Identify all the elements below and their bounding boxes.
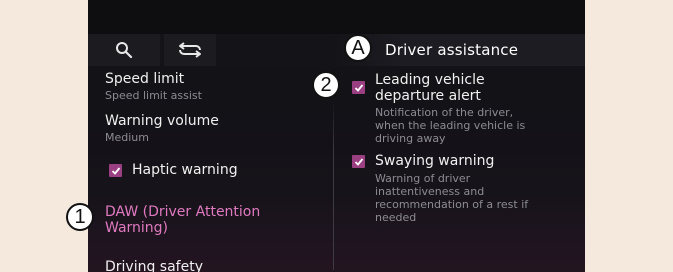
leading-vehicle-label-line2: departure alert: [375, 88, 481, 104]
driving-safety-label: Driving safety: [105, 259, 203, 272]
leading-vehicle-label-line1: Leading vehicle: [375, 72, 485, 88]
swaying-desc-3: recommendation of a rest if: [375, 198, 529, 211]
column-divider: [333, 100, 334, 270]
swaying-warning-checkbox[interactable]: [352, 155, 365, 168]
haptic-warning-checkbox[interactable]: [109, 164, 122, 177]
leading-vehicle-desc-1: Notification of the driver,: [375, 106, 514, 119]
screen: Driver assistance Speed limit Speed limi…: [88, 0, 585, 272]
callout-1: 1: [66, 203, 94, 231]
swaying-desc-4: needed: [375, 211, 417, 224]
swaying-warning-label: Swaying warning: [375, 153, 495, 169]
swap-button[interactable]: [164, 34, 216, 66]
status-band: [88, 0, 585, 34]
speed-limit-value: Speed limit assist: [105, 89, 202, 102]
daw-label-line1: DAW (Driver Attention: [105, 204, 261, 220]
swaying-desc-1: Warning of driver: [375, 172, 471, 185]
warning-volume-label: Warning volume: [105, 113, 219, 129]
swap-arrows-icon: [179, 42, 201, 58]
page-title: Driver assistance: [385, 41, 519, 59]
callout-a: A: [344, 34, 372, 62]
search-button[interactable]: [88, 34, 160, 66]
warning-volume-value: Medium: [105, 131, 149, 144]
leading-vehicle-desc-2: when the leading vehicle is: [375, 119, 526, 132]
check-icon: [111, 166, 120, 175]
speed-limit-label: Speed limit: [105, 71, 185, 87]
leading-vehicle-desc-3: driving away: [375, 132, 446, 145]
leading-vehicle-checkbox[interactable]: [352, 81, 365, 94]
check-icon: [354, 83, 363, 92]
search-icon: [116, 42, 133, 59]
swaying-desc-2: inattentiveness and: [375, 185, 485, 198]
haptic-warning-label: Haptic warning: [132, 162, 238, 178]
check-icon: [354, 157, 363, 166]
callout-2: 2: [312, 71, 340, 99]
daw-label-line2: Warning): [105, 220, 169, 236]
